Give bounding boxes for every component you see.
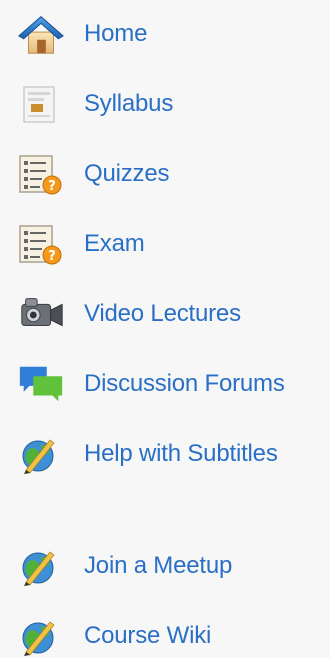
sidebar-item-syllabus[interactable]: Syllabus	[16, 82, 173, 126]
sidebar-item-home[interactable]: Home	[16, 12, 147, 56]
sidebar-item-label: Syllabus	[84, 90, 174, 117]
sidebar-item-label: Exam	[84, 230, 145, 257]
sidebar-item-exam[interactable]: ? Exam	[16, 222, 145, 266]
sidebar-item-video-lectures[interactable]: Video Lectures	[16, 292, 241, 336]
sidebar-item-label: Join a Meetup	[84, 552, 233, 579]
video-camera-icon	[16, 294, 66, 334]
globe-pencil-icon	[16, 616, 66, 656]
sidebar-item-discussion-forums[interactable]: Discussion Forums	[16, 362, 285, 406]
sidebar-item-label: Video Lectures	[84, 300, 241, 327]
globe-pencil-icon	[16, 434, 66, 474]
sidebar-item-quizzes[interactable]: ? Quizzes	[16, 152, 169, 196]
svg-text:?: ?	[48, 249, 56, 264]
sidebar-item-label: Quizzes	[84, 160, 170, 187]
sidebar-item-label: Home	[84, 20, 148, 47]
sidebar-item-course-wiki[interactable]: Course Wiki	[16, 614, 211, 658]
sidebar-item-help-with-subtitles[interactable]: Help with Subtitles	[16, 432, 278, 476]
document-icon	[16, 84, 66, 124]
quiz-sheet-icon: ?	[16, 154, 66, 195]
house-icon	[16, 14, 66, 54]
sidebar-item-join-a-meetup[interactable]: Join a Meetup	[16, 544, 232, 588]
sidebar-item-label: Course Wiki	[84, 622, 212, 649]
sidebar-item-label: Help with Subtitles	[84, 440, 278, 467]
svg-text:?: ?	[48, 179, 56, 194]
sidebar-item-label: Discussion Forums	[84, 370, 285, 397]
course-sidebar: Home Syllabus ? Quizzes ? Exam Video Lec…	[0, 0, 330, 656]
globe-pencil-icon	[16, 546, 66, 586]
chat-bubbles-icon	[16, 364, 66, 404]
exam-sheet-icon: ?	[16, 224, 66, 265]
